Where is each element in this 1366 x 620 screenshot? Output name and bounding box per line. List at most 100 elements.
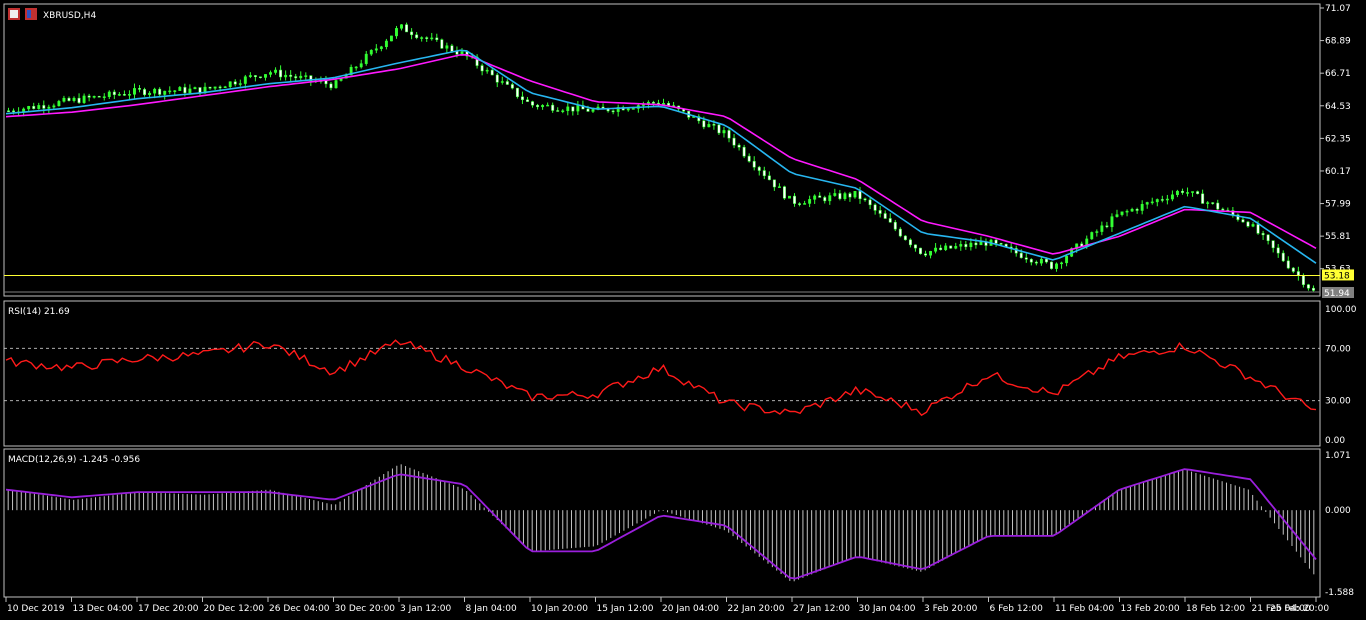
candle-body: [1191, 191, 1195, 193]
candle-body: [445, 45, 449, 49]
candle-body: [510, 84, 514, 89]
candle-body: [37, 105, 41, 109]
candle-body: [939, 247, 943, 250]
candle-body: [1281, 252, 1285, 262]
time-tick-label: 10 Dec 2019: [7, 604, 65, 614]
candle-body: [47, 106, 51, 109]
candle-body: [591, 109, 595, 112]
candle-body: [611, 110, 615, 113]
candle-body: [384, 40, 388, 47]
candle-body: [1050, 261, 1053, 269]
candle-body: [1155, 199, 1159, 203]
candle-body: [67, 97, 71, 101]
candle-body: [526, 99, 529, 102]
candle-body: [223, 86, 227, 88]
candle-body: [193, 87, 197, 90]
candle-body: [707, 124, 711, 128]
candle-body: [299, 75, 303, 79]
candle-body: [188, 88, 192, 94]
candle-body: [1034, 261, 1038, 264]
candle-body: [87, 95, 91, 98]
macd-tick-label: 1.071: [1325, 451, 1351, 461]
time-tick-label: 17 Dec 20:00: [138, 604, 199, 614]
candle-body: [1060, 262, 1064, 265]
candle-body: [1211, 202, 1215, 204]
candle-body: [435, 37, 439, 40]
candle-body: [238, 83, 242, 85]
candle-body: [788, 195, 791, 199]
candle-body: [374, 48, 378, 51]
trading-chart[interactable]: XBRUSD,H4 71.07 68.89 66.71 64.53 62.35 60.17…: [0, 0, 1366, 620]
candle-body: [959, 244, 963, 247]
candle-body: [1135, 208, 1139, 211]
candle-body: [213, 86, 217, 89]
candle-body: [127, 94, 131, 96]
candle-body: [1120, 211, 1124, 215]
candle-body: [389, 35, 393, 42]
candle-body: [515, 87, 519, 97]
candle-body: [833, 193, 837, 196]
candle-body: [934, 247, 938, 252]
candle-body: [425, 37, 429, 39]
candle-body: [289, 74, 293, 77]
candle-body: [838, 193, 842, 200]
time-tick-label: 30 Dec 20:00: [335, 604, 396, 614]
candle-body: [243, 76, 247, 84]
candle-body: [1206, 202, 1210, 204]
candle-body: [868, 199, 872, 206]
candle-body: [1130, 208, 1134, 212]
candle-body: [369, 49, 373, 55]
candle-body: [1276, 247, 1280, 254]
candle-body: [752, 161, 756, 168]
candle-body: [712, 124, 716, 126]
macd-tick-label: 0.000: [1325, 506, 1351, 516]
candle-body: [395, 28, 398, 37]
symbol-title: XBRUSD,H4: [43, 11, 96, 21]
candle-body: [505, 81, 509, 85]
candle-body: [818, 195, 822, 198]
candle-body: [183, 87, 187, 94]
candle-body: [1286, 260, 1290, 269]
candle-body: [248, 75, 252, 77]
candle-body: [117, 94, 121, 96]
candle-body: [329, 83, 333, 89]
price-tick-label: 55.81: [1325, 232, 1351, 242]
time-tick-label: 13 Feb 20:00: [1121, 604, 1180, 614]
candle-body: [1140, 204, 1144, 211]
chart-type-icon-inner: [10, 10, 18, 18]
candle-body: [258, 76, 262, 79]
candle-body: [112, 91, 116, 95]
candle-body: [138, 88, 141, 90]
candle-body: [919, 247, 922, 255]
candle-body: [964, 244, 968, 248]
candle-body: [253, 75, 257, 78]
time-tick-label: 30 Jan 04:00: [859, 604, 916, 614]
rsi-tick-label: 0.00: [1325, 436, 1345, 446]
candle-body: [284, 74, 288, 78]
time-tick-label: 25 Feb 20:00: [1270, 604, 1329, 614]
candle-body: [1256, 224, 1260, 234]
candle-body: [848, 193, 852, 198]
candle-body: [536, 104, 540, 108]
candle-body: [903, 235, 907, 241]
candle-body: [1216, 202, 1220, 210]
time-tick-label: 3 Feb 20:00: [924, 604, 978, 614]
candle-body: [878, 210, 882, 214]
candle-body: [420, 37, 424, 39]
candle-body: [264, 74, 267, 78]
candle-body: [571, 106, 575, 112]
candle-body: [1090, 232, 1094, 240]
price-tick-label: 64.53: [1325, 102, 1351, 112]
candle-body: [1110, 216, 1114, 228]
price-tick-label: 57.99: [1325, 200, 1351, 210]
time-tick-label: 27 Jan 12:00: [793, 604, 850, 614]
candle-body: [531, 101, 534, 106]
candle-body: [1201, 193, 1205, 204]
candle-body: [929, 251, 933, 256]
candle-body: [178, 87, 182, 91]
candle-body: [364, 53, 368, 64]
candle-body: [173, 90, 177, 92]
time-tick-label: 3 Jan 12:00: [400, 604, 452, 614]
candle-body: [72, 97, 76, 101]
candle-body: [1160, 199, 1164, 201]
